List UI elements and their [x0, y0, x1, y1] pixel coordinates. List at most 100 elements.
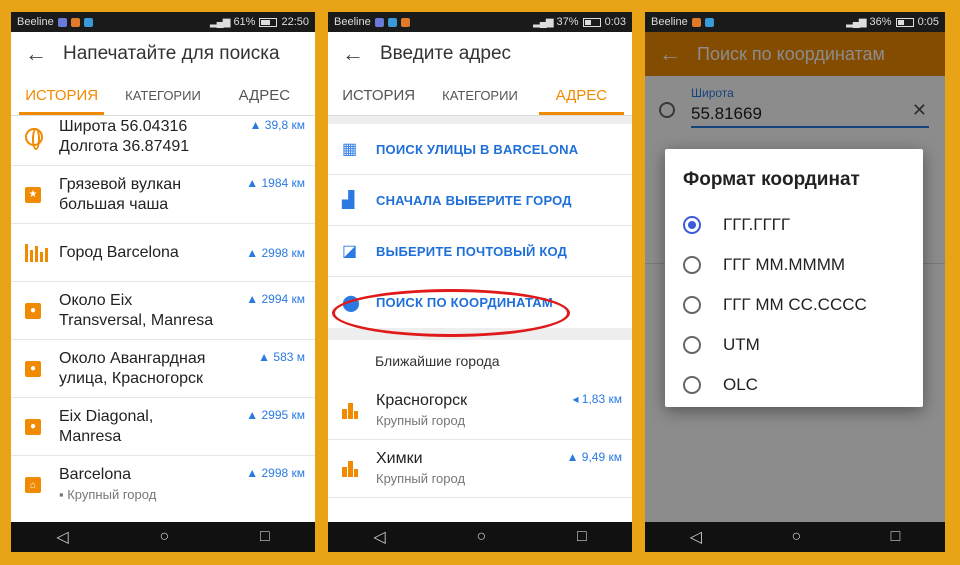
star-icon: ★ — [25, 186, 41, 203]
location-pin-icon: ● — [25, 360, 41, 377]
app-icon — [70, 17, 80, 27]
list-item[interactable]: ● Eix Diagonal, Manresa ▲ 2995 км — [11, 398, 315, 456]
option-format-3[interactable]: UTM — [683, 325, 905, 365]
list-item[interactable]: Широта 56.04316 Долгота 36.87491 ▲ 39,8 к… — [11, 108, 315, 166]
battery-icon — [259, 17, 278, 27]
app-bar: ← Напечатайте для поиска — [11, 32, 315, 76]
postcode-action[interactable]: ◪ ВЫБЕРИТЕ ПОЧТОВЫЙ КОД — [328, 226, 632, 277]
coordinates-search-action[interactable]: ⬤ ПОИСК ПО КООРДИНАТАМ — [328, 277, 632, 328]
tab-categories[interactable]: КАТЕГОРИИ — [429, 76, 530, 115]
distance: ▲ 9,49 км — [566, 450, 622, 464]
battery-percent: 36% — [869, 16, 892, 28]
address-title[interactable]: Введите адрес — [380, 43, 511, 65]
option-format-0[interactable]: ГГГ.ГГГГ — [683, 205, 905, 245]
nearby-cities-list: Красногорск Крупный город ◂ 1,83 км Химки… — [328, 382, 632, 498]
app-icon — [83, 17, 93, 27]
radio-icon[interactable] — [683, 336, 701, 354]
distance: ▲ 583 м — [258, 350, 305, 364]
app-icon — [374, 17, 384, 27]
map-pin-icon: ◪ — [342, 243, 358, 260]
battery-percent: 61% — [233, 16, 256, 28]
distance: ▲ 2998 км — [246, 466, 305, 480]
clock: 0:05 — [917, 16, 939, 28]
carrier: Beeline — [651, 16, 688, 28]
app-icon — [691, 17, 701, 27]
coordinate-format-dialog: Формат координат ГГГ.ГГГГ ГГГ ММ.ММММ ГГ… — [665, 149, 923, 407]
radio-selected-icon[interactable] — [683, 216, 701, 234]
list-item[interactable]: Город Barcelona ▲ 2998 км — [11, 224, 315, 282]
distance: ▲ 2994 км — [246, 292, 305, 306]
list-item[interactable]: ★ Грязевой вулкан большая чаша ▲ 1984 км — [11, 166, 315, 224]
app-icon — [57, 17, 67, 27]
list-item[interactable]: Красногорск Крупный город ◂ 1,83 км — [328, 382, 632, 440]
distance: ▲ 2998 км — [246, 245, 305, 260]
back-nav-icon[interactable]: ◁ — [56, 527, 68, 547]
back-nav-icon[interactable]: ◁ — [690, 527, 702, 547]
app-bar: ← Введите адрес — [328, 32, 632, 76]
choose-city-action[interactable]: ▟ СНАЧАЛА ВЫБЕРИТЕ ГОРОД — [328, 175, 632, 226]
tab-history[interactable]: ИСТОРИЯ — [11, 76, 112, 115]
phone-screen-history: Beeline ▂▄▆ 61% 22:50 ← Напечатайте для … — [11, 12, 315, 552]
building-icon: ▦ — [342, 141, 358, 158]
clock: 22:50 — [281, 16, 309, 28]
phone-screen-address: Beeline ▂▄▆ 37% 0:03 ← Введите адрес ИСТ… — [328, 12, 632, 552]
carrier: Beeline — [334, 16, 371, 28]
nav-bar: ◁ ○ □ — [328, 522, 632, 552]
list-item[interactable]: ● Около Авангардная улица, Красногорск ▲ … — [11, 340, 315, 398]
recents-nav-icon[interactable]: □ — [260, 528, 270, 546]
battery-icon — [582, 17, 601, 27]
option-format-4[interactable]: OLC — [683, 365, 905, 405]
battery-percent: 37% — [556, 16, 579, 28]
list-item[interactable]: Химки Крупный город ▲ 9,49 км — [328, 440, 632, 498]
radio-icon[interactable] — [683, 296, 701, 314]
distance: ◂ 1,83 км — [572, 392, 622, 406]
app-icon — [400, 17, 410, 27]
signal-icon: ▂▄▆ — [846, 16, 866, 28]
recents-nav-icon[interactable]: □ — [891, 528, 901, 546]
option-format-1[interactable]: ГГГ ММ.ММММ — [683, 245, 905, 285]
signal-icon: ▂▄▆ — [533, 16, 553, 28]
search-title[interactable]: Напечатайте для поиска — [63, 43, 280, 65]
signal-icon: ▂▄▆ — [209, 16, 230, 28]
home-nav-icon[interactable]: ○ — [791, 528, 801, 546]
radio-icon[interactable] — [683, 376, 701, 394]
home-nav-icon[interactable]: ○ — [476, 528, 486, 546]
status-bar: Beeline ▂▄▆ 37% 0:03 — [328, 12, 632, 32]
history-list: Широта 56.04316 Долгота 36.87491 ▲ 39,8 к… — [11, 108, 315, 514]
address-actions: ▦ ПОИСК УЛИЦЫ В BARCELONA ▟ СНАЧАЛА ВЫБЕ… — [328, 124, 632, 328]
nav-bar: ◁ ○ □ — [11, 522, 315, 552]
list-item[interactable]: ● Около Eix Transversal, Manresa ▲ 2994 к… — [11, 282, 315, 340]
city-icon: ▟ — [342, 192, 355, 209]
battery-icon — [895, 17, 914, 27]
status-bar: Beeline ▂▄▆ 61% 22:50 — [11, 12, 315, 32]
home-icon: ⌂ — [25, 477, 41, 493]
nav-bar: ◁ ○ □ — [645, 522, 945, 552]
clock: 0:03 — [604, 16, 626, 28]
home-nav-icon[interactable]: ○ — [159, 528, 169, 546]
distance: ▲ 2995 км — [246, 408, 305, 422]
location-pin-icon: ● — [25, 418, 41, 435]
phone-screen-coordinates: Beeline ▂▄▆ 36% 0:05 ← Поиск по координа… — [645, 12, 945, 552]
tab-categories[interactable]: КАТЕГОРИИ — [112, 76, 213, 115]
option-format-2[interactable]: ГГГ ММ СС.СССС — [683, 285, 905, 325]
dialog-title: Формат координат — [683, 169, 860, 190]
back-arrow-icon[interactable]: ← — [342, 41, 380, 67]
back-arrow-icon[interactable]: ← — [25, 41, 63, 67]
tab-history[interactable]: ИСТОРИЯ — [328, 76, 429, 115]
app-icon — [704, 17, 714, 27]
status-bar: Beeline ▂▄▆ 36% 0:05 — [645, 12, 945, 32]
location-pin-icon: ⬤ — [342, 294, 360, 312]
city-icon — [342, 402, 358, 419]
location-pin-icon: ● — [25, 302, 41, 319]
tab-address[interactable]: АДРЕС — [531, 76, 632, 115]
carrier: Beeline — [17, 16, 54, 28]
back-nav-icon[interactable]: ◁ — [373, 527, 385, 547]
recents-nav-icon[interactable]: □ — [577, 528, 587, 546]
tab-address[interactable]: АДРЕС — [214, 76, 315, 115]
distance: ▲ 39,8 км — [249, 118, 305, 132]
radio-icon[interactable] — [683, 256, 701, 274]
city-icon — [25, 243, 48, 262]
list-item[interactable]: ⌂ Barcelona ▪ Крупный город ▲ 2998 км — [11, 456, 315, 514]
city-icon — [342, 460, 358, 477]
search-street-action[interactable]: ▦ ПОИСК УЛИЦЫ В BARCELONA — [328, 124, 632, 175]
